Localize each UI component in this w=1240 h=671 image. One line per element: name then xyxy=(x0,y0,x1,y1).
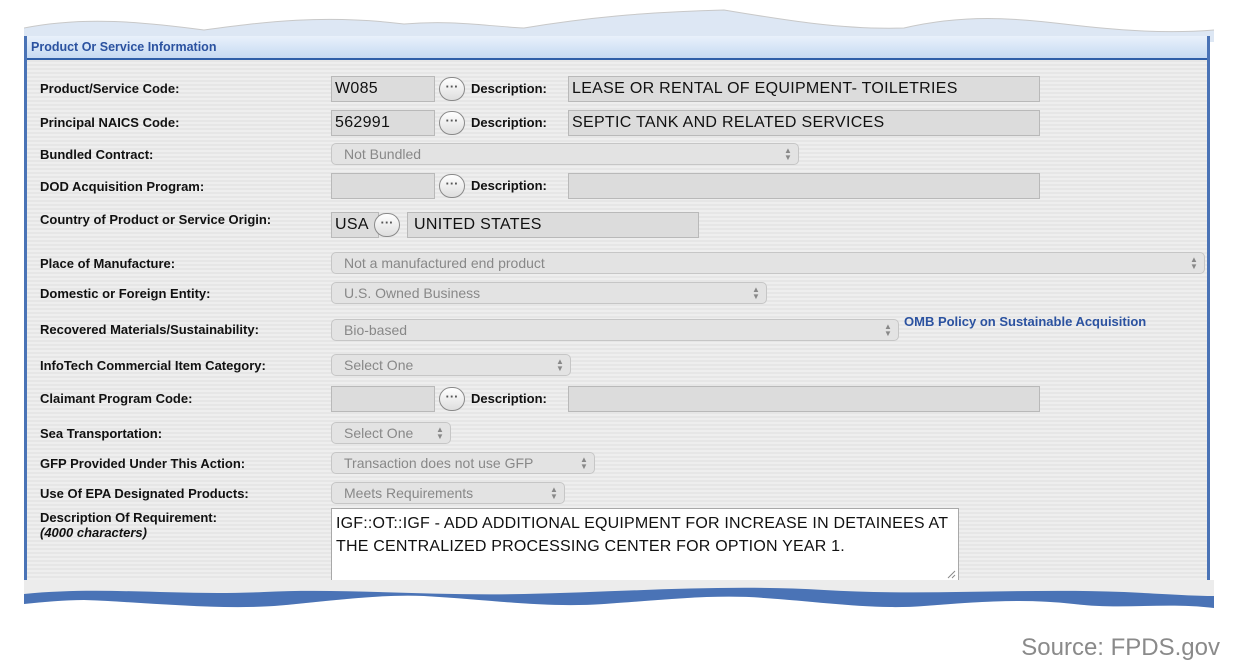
country-name-field[interactable]: UNITED STATES xyxy=(407,212,699,238)
omb-policy-link[interactable]: OMB Policy on Sustainable Acquisition xyxy=(904,314,1154,329)
torn-paper-bottom-edge xyxy=(24,580,1214,608)
country-code-input[interactable]: USA xyxy=(331,212,379,238)
product-service-code-lookup-button[interactable]: ··· xyxy=(439,77,465,101)
description-label: Description: xyxy=(471,81,547,96)
recovered-materials-label: Recovered Materials/Sustainability: xyxy=(40,322,259,337)
domestic-foreign-label: Domestic or Foreign Entity: xyxy=(40,286,211,301)
infotech-label: InfoTech Commercial Item Category: xyxy=(40,358,266,373)
updown-arrows-icon: ▲ ▼ xyxy=(784,146,792,162)
product-service-code-label: Product/Service Code: xyxy=(40,81,180,96)
place-of-manufacture-value: Not a manufactured end product xyxy=(344,255,545,271)
updown-arrows-icon: ▲ ▼ xyxy=(752,285,760,301)
place-of-manufacture-select[interactable]: Not a manufactured end product ▲ ▼ xyxy=(331,252,1205,274)
dod-acquisition-lookup-button[interactable]: ··· xyxy=(439,174,465,198)
description-label: Description: xyxy=(471,391,547,406)
ellipsis-icon: ··· xyxy=(445,389,459,404)
epa-products-label: Use Of EPA Designated Products: xyxy=(40,486,249,501)
claimant-description-field[interactable] xyxy=(568,386,1040,412)
naics-description-field[interactable]: SEPTIC TANK AND RELATED SERVICES xyxy=(568,110,1040,136)
ellipsis-icon: ··· xyxy=(445,113,459,128)
updown-arrows-icon: ▲ ▼ xyxy=(580,455,588,471)
updown-arrows-icon: ▲ ▼ xyxy=(550,485,558,501)
updown-arrows-icon: ▲ ▼ xyxy=(884,322,892,338)
product-service-panel: Product Or Service Information Product/S… xyxy=(24,36,1210,596)
gfp-value: Transaction does not use GFP xyxy=(344,455,534,471)
country-origin-label: Country of Product or Service Origin: xyxy=(40,212,272,227)
infotech-value: Select One xyxy=(344,357,414,373)
ellipsis-icon: ··· xyxy=(380,215,394,230)
naics-lookup-button[interactable]: ··· xyxy=(439,111,465,135)
product-service-description-field[interactable]: LEASE OR RENTAL OF EQUIPMENT- TOILETRIES xyxy=(568,76,1040,102)
gfp-label: GFP Provided Under This Action: xyxy=(40,456,246,471)
epa-products-select[interactable]: Meets Requirements ▲ ▼ xyxy=(331,482,565,504)
bundled-contract-select[interactable]: Not Bundled ▲ ▼ xyxy=(331,143,799,165)
place-of-manufacture-label: Place of Manufacture: xyxy=(40,256,176,271)
claimant-program-label: Claimant Program Code: xyxy=(40,391,193,406)
character-limit-note: (4000 characters) xyxy=(40,525,147,540)
bundled-contract-value: Not Bundled xyxy=(344,146,422,162)
dod-acquisition-input[interactable] xyxy=(331,173,435,199)
infotech-select[interactable]: Select One ▲ ▼ xyxy=(331,354,571,376)
dod-acquisition-label: DOD Acquisition Program: xyxy=(40,179,205,194)
epa-products-value: Meets Requirements xyxy=(344,485,474,501)
section-title: Product Or Service Information xyxy=(31,40,217,54)
updown-arrows-icon: ▲ ▼ xyxy=(436,425,444,441)
gfp-select[interactable]: Transaction does not use GFP ▲ ▼ xyxy=(331,452,595,474)
sea-transportation-value: Select One xyxy=(344,425,414,441)
section-header: Product Or Service Information xyxy=(27,36,1207,60)
ellipsis-icon: ··· xyxy=(445,176,459,191)
description-label: Description: xyxy=(471,115,547,130)
recovered-materials-value: Bio-based xyxy=(344,322,408,338)
claimant-lookup-button[interactable]: ··· xyxy=(439,387,465,411)
recovered-materials-select[interactable]: Bio-based ▲ ▼ xyxy=(331,319,899,341)
description-requirement-label: Description Of Requirement: (4000 charac… xyxy=(40,510,217,540)
naics-label: Principal NAICS Code: xyxy=(40,115,180,130)
description-requirement-title: Description Of Requirement: xyxy=(40,510,217,525)
description-requirement-textarea[interactable]: IGF::OT::IGF - ADD ADDITIONAL EQUIPMENT … xyxy=(331,508,959,582)
ellipsis-icon: ··· xyxy=(445,79,459,94)
naics-code-input[interactable]: 562991 xyxy=(331,110,435,136)
claimant-program-input[interactable] xyxy=(331,386,435,412)
product-service-code-input[interactable]: W085 xyxy=(331,76,435,102)
bundled-contract-label: Bundled Contract: xyxy=(40,147,154,162)
source-caption: Source: FPDS.gov xyxy=(1021,634,1220,661)
domestic-foreign-value: U.S. Owned Business xyxy=(344,285,481,301)
updown-arrows-icon: ▲ ▼ xyxy=(556,357,564,373)
resize-grip-icon[interactable] xyxy=(946,569,956,579)
sea-transportation-select[interactable]: Select One ▲ ▼ xyxy=(331,422,451,444)
domestic-foreign-select[interactable]: U.S. Owned Business ▲ ▼ xyxy=(331,282,767,304)
description-requirement-text: IGF::OT::IGF - ADD ADDITIONAL EQUIPMENT … xyxy=(336,515,948,555)
sea-transportation-label: Sea Transportation: xyxy=(40,426,163,441)
description-label: Description: xyxy=(471,178,547,193)
updown-arrows-icon: ▲ ▼ xyxy=(1190,255,1198,271)
country-lookup-button[interactable]: ··· xyxy=(374,213,400,237)
dod-description-field[interactable] xyxy=(568,173,1040,199)
